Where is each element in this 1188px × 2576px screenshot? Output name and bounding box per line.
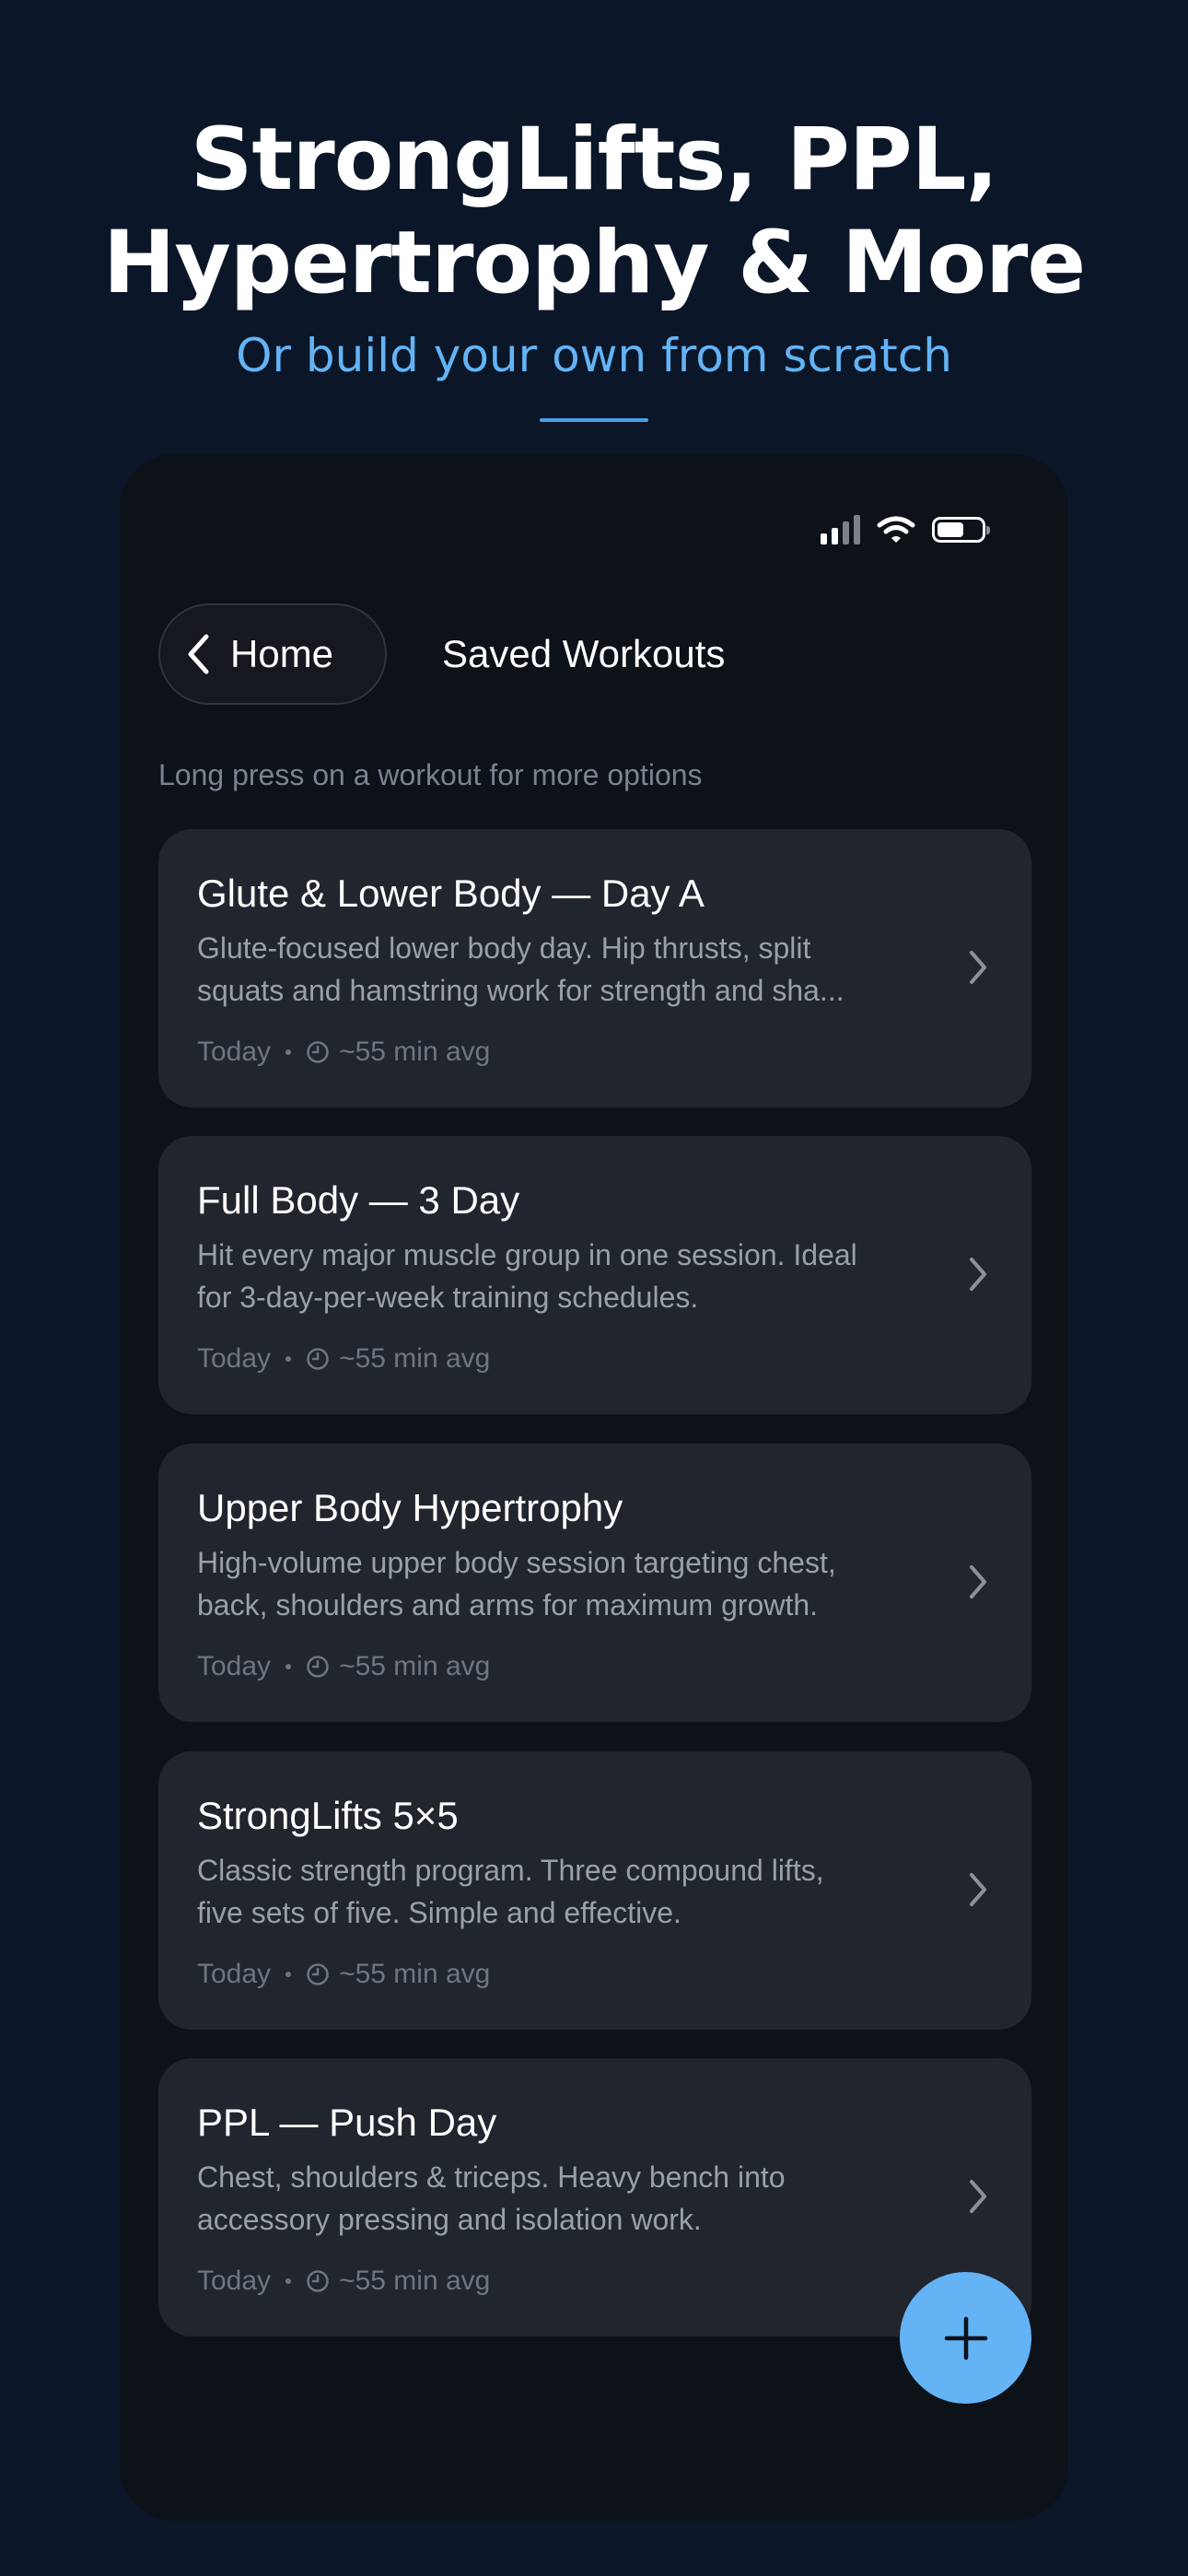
workout-meta: Today ~55 min avg	[197, 2263, 490, 2300]
workout-description: Hit every major muscle group in one sess…	[197, 1234, 925, 1318]
chevron-right-icon	[970, 1873, 986, 1906]
workout-meta: Today ~55 min avg	[197, 1648, 490, 1685]
workout-description-line-2: squats and hamstring work for strength a…	[197, 974, 844, 1007]
workout-title: Glute & Lower Body — Day A	[197, 872, 705, 915]
workout-description-line-2: accessory pressing and isolation work.	[197, 2203, 702, 2236]
workout-duration: ~55 min avg	[339, 2266, 491, 2296]
separator-dot	[285, 1664, 292, 1669]
back-button[interactable]: Home	[158, 603, 387, 705]
workout-date: Today	[197, 1036, 272, 1067]
workout-date: Today	[197, 2266, 272, 2296]
battery-icon	[932, 517, 990, 543]
workout-card[interactable]: StrongLifts 5×5 Classic strength program…	[158, 1751, 1031, 2030]
chevron-right-icon	[970, 951, 986, 984]
hero-title-line-2: Hypertrophy & More	[102, 213, 1086, 313]
workout-description: Glute-focused lower body day. Hip thrust…	[197, 927, 925, 1012]
workout-description-line-1: Chest, shoulders & triceps. Heavy bench …	[197, 2160, 786, 2194]
status-bar	[821, 513, 990, 546]
workout-description-line-1: Classic strength program. Three compound…	[197, 1854, 824, 1887]
workout-duration: ~55 min avg	[339, 1651, 491, 1681]
plus-icon	[944, 2316, 987, 2359]
workout-title: PPL — Push Day	[197, 2101, 497, 2144]
workout-description: High-volume upper body session targeting…	[197, 1541, 925, 1626]
separator-dot	[285, 2278, 292, 2284]
workout-description-line-2: back, shoulders and arms for maximum gro…	[197, 1588, 819, 1622]
workout-date: Today	[197, 1651, 272, 1681]
workout-date: Today	[197, 1959, 272, 1989]
add-workout-button[interactable]	[900, 2272, 1031, 2404]
separator-dot	[285, 1049, 292, 1055]
clock-icon	[307, 1041, 329, 1063]
phone-screen: Home Saved Workouts Long press on a work…	[120, 454, 1068, 2521]
workout-card[interactable]: Glute & Lower Body — Day A Glute-focused…	[158, 829, 1031, 1107]
page-title: Saved Workouts	[442, 632, 726, 675]
workout-duration: ~55 min avg	[339, 1343, 491, 1374]
wifi-icon	[877, 516, 915, 543]
workout-duration: ~55 min avg	[339, 1036, 491, 1067]
workout-description-line-2: for 3-day-per-week training schedules.	[197, 1281, 699, 1314]
workout-description-line-1: High-volume upper body session targeting…	[197, 1546, 836, 1579]
clock-icon	[307, 1963, 329, 1985]
separator-dot	[285, 1356, 292, 1362]
workout-description-line-1: Glute-focused lower body day. Hip thrust…	[197, 931, 811, 965]
hero-title: StrongLifts, PPL, Hypertrophy & More	[0, 109, 1188, 315]
back-button-label: Home	[230, 632, 334, 675]
cellular-signal-icon	[821, 515, 860, 544]
clock-icon	[307, 1348, 329, 1370]
workout-title: Full Body — 3 Day	[197, 1178, 520, 1222]
workout-description: Chest, shoulders & triceps. Heavy bench …	[197, 2156, 925, 2241]
hero-divider	[540, 418, 648, 422]
chevron-left-icon	[188, 634, 209, 674]
chevron-right-icon	[970, 2180, 986, 2213]
workout-title: Upper Body Hypertrophy	[197, 1486, 623, 1529]
hero-subtitle: Or build your own from scratch	[236, 329, 952, 382]
clock-icon	[307, 1656, 329, 1678]
workout-title: StrongLifts 5×5	[197, 1794, 459, 1837]
workout-meta: Today ~55 min avg	[197, 1956, 490, 1993]
separator-dot	[285, 1972, 292, 1977]
workout-date: Today	[197, 1343, 272, 1374]
workout-duration: ~55 min avg	[339, 1959, 491, 1989]
workout-meta: Today ~55 min avg	[197, 1034, 490, 1071]
workout-card[interactable]: Full Body — 3 Day Hit every major muscle…	[158, 1136, 1031, 1414]
workout-description: Classic strength program. Three compound…	[197, 1849, 925, 1934]
workout-description-line-2: five sets of five. Simple and effective.	[197, 1896, 681, 1929]
workout-description-line-1: Hit every major muscle group in one sess…	[197, 1238, 857, 1271]
workout-meta: Today ~55 min avg	[197, 1341, 490, 1377]
hint-text: Long press on a workout for more options	[158, 758, 703, 791]
hero-title-line-1: StrongLifts, PPL,	[190, 110, 999, 210]
chevron-right-icon	[970, 1258, 986, 1291]
workout-card[interactable]: Upper Body Hypertrophy High-volume upper…	[158, 1444, 1031, 1722]
chevron-right-icon	[970, 1565, 986, 1598]
workout-card[interactable]: PPL — Push Day Chest, shoulders & tricep…	[158, 2058, 1031, 2336]
clock-icon	[307, 2270, 329, 2292]
